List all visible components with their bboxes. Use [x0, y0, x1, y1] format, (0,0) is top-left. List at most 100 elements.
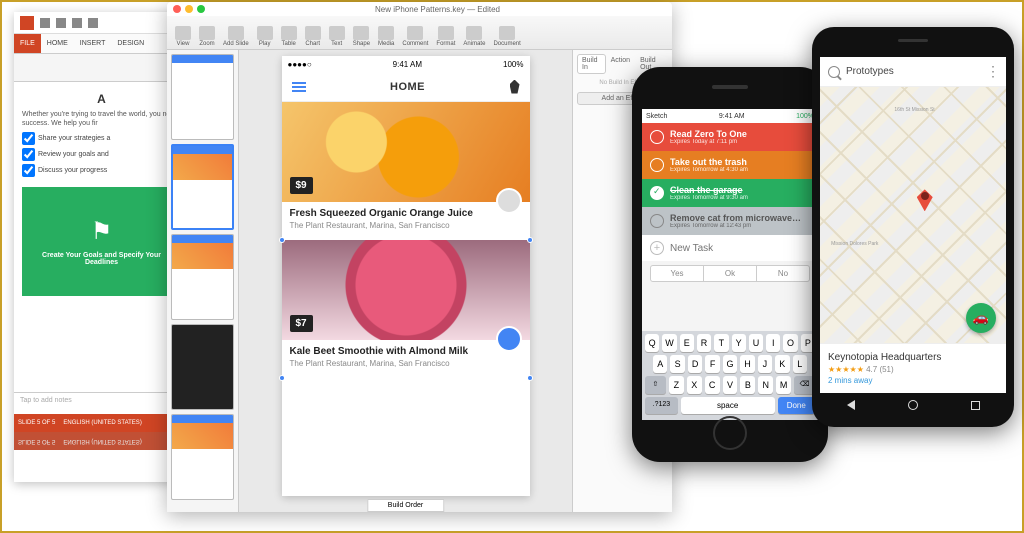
slide-navigator[interactable]: [167, 50, 239, 512]
tab-file[interactable]: FILE: [14, 34, 41, 53]
checkbox-icon[interactable]: [22, 132, 35, 145]
key-o[interactable]: O: [783, 334, 797, 352]
selection-handle[interactable]: [279, 237, 285, 243]
task-row-4[interactable]: Remove cat from microwave…Expires Tomorr…: [642, 207, 818, 235]
tool-view[interactable]: View: [175, 26, 191, 47]
ppt-slide-canvas[interactable]: A Whether you're trying to travel the wo…: [14, 82, 189, 392]
checkbox-icon[interactable]: [22, 164, 35, 177]
check-icon[interactable]: [650, 186, 664, 200]
search-input[interactable]: Prototypes: [846, 66, 980, 77]
zoom-icon[interactable]: [197, 5, 205, 13]
key-c[interactable]: C: [705, 376, 720, 394]
tool-comment[interactable]: Comment: [402, 26, 428, 47]
selection-handle[interactable]: [279, 375, 285, 381]
seg-ok[interactable]: Ok: [704, 266, 757, 281]
key-n[interactable]: N: [758, 376, 773, 394]
tool-add-slide[interactable]: Add Slide: [223, 26, 249, 47]
back-icon[interactable]: [847, 400, 855, 410]
new-task-input[interactable]: [670, 243, 810, 254]
selection-handle[interactable]: [527, 237, 533, 243]
vendor-avatar[interactable]: [496, 326, 522, 352]
key-l[interactable]: L: [793, 355, 807, 373]
key-k[interactable]: K: [775, 355, 789, 373]
tool-media[interactable]: Media: [378, 26, 394, 47]
slide-thumb-17[interactable]: [171, 414, 234, 500]
key-i[interactable]: I: [766, 334, 780, 352]
seg-no[interactable]: No: [757, 266, 809, 281]
key-g[interactable]: G: [723, 355, 737, 373]
task-row-1[interactable]: Read Zero To OneExpires Today at 7:11 pm: [642, 123, 818, 151]
key-u[interactable]: U: [749, 334, 763, 352]
key-v[interactable]: V: [723, 376, 738, 394]
key-m[interactable]: M: [776, 376, 791, 394]
task-row-2[interactable]: Take out the trashExpires Tomorrow at 4:…: [642, 151, 818, 179]
tab-insert[interactable]: INSERT: [74, 34, 112, 53]
slide-canvas[interactable]: ●●●●○ 9:41 AM 100% HOME $9 Fresh Squeeze…: [239, 50, 572, 512]
key-y[interactable]: Y: [732, 334, 746, 352]
key-w[interactable]: W: [662, 334, 676, 352]
tool-table[interactable]: Table: [281, 26, 297, 47]
key-f[interactable]: F: [705, 355, 719, 373]
tab-build-in[interactable]: Build In: [577, 54, 606, 74]
key-r[interactable]: R: [697, 334, 711, 352]
key-shift[interactable]: ⇧: [645, 376, 666, 394]
key-a[interactable]: A: [653, 355, 667, 373]
save-icon[interactable]: [40, 18, 50, 28]
product-card-1[interactable]: $9 Fresh Squeezed Organic Orange Juice T…: [282, 102, 530, 240]
tool-zoom[interactable]: Zoom: [199, 26, 215, 47]
map-pin-icon[interactable]: [917, 189, 933, 211]
directions-fab[interactable]: 🚗: [966, 303, 996, 333]
key-z[interactable]: Z: [669, 376, 684, 394]
slide-thumb-14[interactable]: [171, 144, 234, 230]
key-d[interactable]: D: [688, 355, 702, 373]
map-view[interactable]: 16th St Mission St Mission Dolores Park …: [820, 87, 1006, 343]
minimize-icon[interactable]: [185, 5, 193, 13]
hamburger-icon[interactable]: [292, 82, 306, 92]
place-card[interactable]: Keynotopia Headquarters ★★★★★ 4.7 (51) 2…: [820, 343, 1006, 393]
key-numbers[interactable]: .?123: [645, 397, 678, 414]
checkbox-icon[interactable]: [22, 148, 35, 161]
key-j[interactable]: J: [758, 355, 772, 373]
key-b[interactable]: B: [740, 376, 755, 394]
redo-icon[interactable]: [72, 18, 82, 28]
new-task-row[interactable]: +: [642, 235, 818, 261]
tool-play[interactable]: Play: [257, 26, 273, 47]
tool-format[interactable]: Format: [436, 26, 455, 47]
vendor-avatar[interactable]: [496, 188, 522, 214]
product-card-2[interactable]: $7 Kale Beet Smoothie with Almond Milk T…: [282, 240, 530, 378]
close-icon[interactable]: [173, 5, 181, 13]
search-bar[interactable]: Prototypes ⋮: [820, 57, 1006, 87]
slide-thumb-13[interactable]: [171, 54, 234, 140]
selection-handle[interactable]: [527, 375, 533, 381]
seg-yes[interactable]: Yes: [651, 266, 704, 281]
task-row-3[interactable]: Clean the garageExpires Tomorrow at 9:30…: [642, 179, 818, 207]
undo-icon[interactable]: [56, 18, 66, 28]
tool-text[interactable]: Text: [329, 26, 345, 47]
tab-action[interactable]: Action: [606, 54, 635, 74]
key-space[interactable]: space: [681, 397, 775, 414]
tab-design[interactable]: DESIGN: [111, 34, 150, 53]
print-icon[interactable]: [88, 18, 98, 28]
slide-thumb-16[interactable]: [171, 324, 234, 410]
tool-shape[interactable]: Shape: [353, 26, 370, 47]
segmented-control[interactable]: Yes Ok No: [650, 265, 810, 282]
home-icon[interactable]: [908, 400, 918, 410]
radio-icon[interactable]: [650, 214, 664, 228]
key-t[interactable]: T: [714, 334, 728, 352]
radio-icon[interactable]: [650, 130, 664, 144]
tool-animate[interactable]: Animate: [463, 26, 485, 47]
location-pin-icon[interactable]: [510, 80, 520, 94]
recents-icon[interactable]: [971, 401, 980, 410]
ppt-notes-pane[interactable]: Tap to add notes: [14, 392, 189, 414]
key-h[interactable]: H: [740, 355, 754, 373]
slide-thumb-15[interactable]: [171, 234, 234, 320]
key-e[interactable]: E: [680, 334, 694, 352]
key-done[interactable]: Done: [778, 397, 815, 414]
radio-icon[interactable]: [650, 158, 664, 172]
build-order-button[interactable]: Build Order: [367, 499, 444, 512]
overflow-menu-icon[interactable]: ⋮: [986, 63, 998, 80]
tool-chart[interactable]: Chart: [305, 26, 321, 47]
key-q[interactable]: Q: [645, 334, 659, 352]
plus-icon[interactable]: +: [650, 241, 664, 255]
tool-document[interactable]: Document: [493, 26, 520, 47]
